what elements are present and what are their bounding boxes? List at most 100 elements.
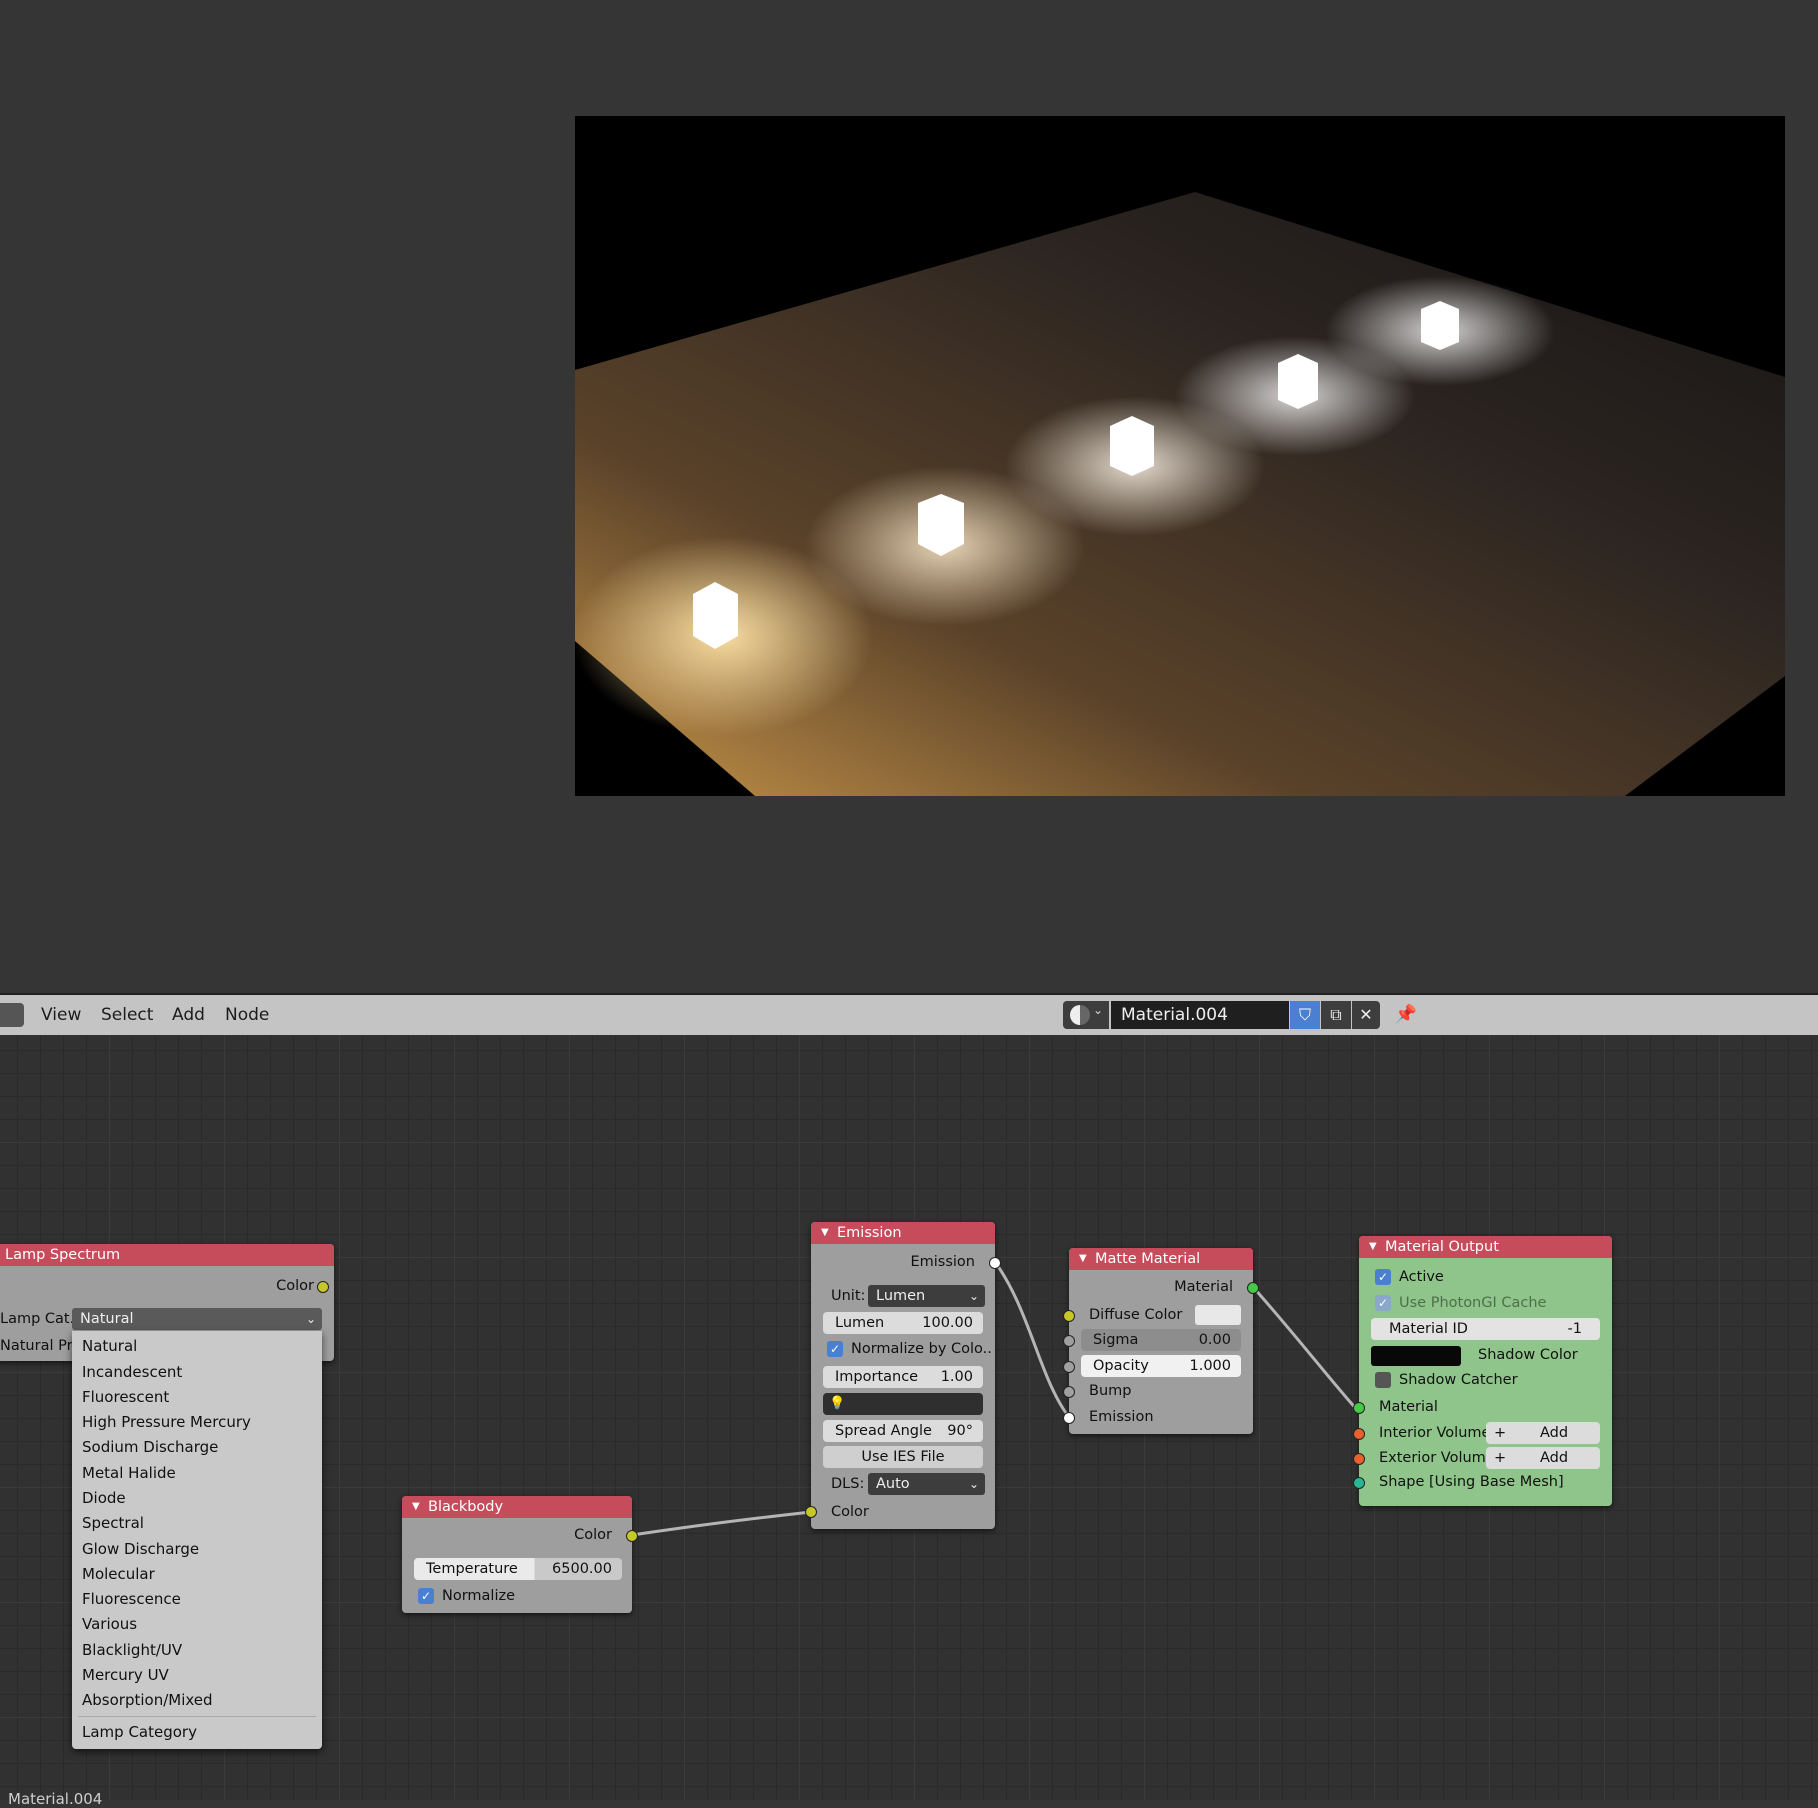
field-value: 1.00	[940, 1369, 973, 1385]
collapse-triangle-icon[interactable]: ▼	[821, 1222, 829, 1244]
menu-item-high-pressure-mercury[interactable]: High Pressure Mercury	[82, 1410, 251, 1435]
matte-material-header[interactable]: ▼ Matte Material	[1069, 1248, 1253, 1270]
link-blackbody-emission	[631, 1510, 812, 1537]
node-title: Lamp Spectrum	[5, 1247, 121, 1263]
menu-item-metal-halide[interactable]: Metal Halide	[82, 1461, 176, 1486]
field-label: Importance	[835, 1369, 919, 1385]
node-title: Blackbody	[428, 1499, 504, 1515]
lamp-category-dropdown[interactable]: Natural ⌄	[72, 1308, 322, 1330]
emission-input-socket[interactable]	[1063, 1412, 1075, 1424]
interior-volume-socket[interactable]	[1353, 1428, 1365, 1440]
menu-item-glow-discharge[interactable]: Glow Discharge	[82, 1537, 199, 1562]
field-label: Opacity	[1093, 1358, 1149, 1374]
menu-item-various[interactable]: Various	[82, 1612, 137, 1637]
field-label: Spread Angle	[835, 1423, 932, 1439]
material-output-header[interactable]: ▼ Material Output	[1359, 1236, 1612, 1258]
normalize-by-color-label: Normalize by Colo..	[851, 1341, 992, 1357]
link-matte-output	[1251, 1286, 1361, 1414]
input-color-label: Color	[831, 1504, 869, 1520]
material-input-socket[interactable]	[1353, 1402, 1365, 1414]
menu-item-natural[interactable]: Natural	[82, 1334, 137, 1359]
emission-node[interactable]: ▼ Emission Emission Unit: Lumen ⌄ Lumen 10…	[805, 1222, 1001, 1529]
sigma-socket[interactable]	[1063, 1335, 1075, 1347]
unit-dropdown[interactable]: Lumen ⌄	[868, 1285, 985, 1307]
dropdown-value: Natural	[80, 1311, 134, 1327]
matte-material-node[interactable]: ▼ Matte Material Material Diffuse Color S…	[1063, 1248, 1259, 1434]
field-label: Material ID	[1389, 1321, 1468, 1337]
opacity-socket[interactable]	[1063, 1361, 1075, 1373]
menu-item-absorption-mixed[interactable]: Absorption/Mixed	[82, 1688, 213, 1713]
shadow-color-swatch[interactable]	[1371, 1346, 1461, 1366]
bump-socket[interactable]	[1063, 1386, 1075, 1398]
blackbody-header[interactable]: ▼ Blackbody	[402, 1496, 632, 1518]
importance-field[interactable]: Importance 1.00	[823, 1366, 983, 1388]
output-emission-socket[interactable]	[989, 1257, 1001, 1269]
menu-item-fluorescent[interactable]: Fluorescent	[82, 1385, 169, 1410]
menu-item-spectral[interactable]: Spectral	[82, 1511, 144, 1536]
node-title: Emission	[837, 1225, 902, 1241]
diffuse-color-socket[interactable]	[1063, 1310, 1075, 1322]
add-label: Add	[1540, 1425, 1569, 1441]
photongi-cache-label: Use PhotonGI Cache	[1399, 1295, 1547, 1311]
shadow-catcher-label: Shadow Catcher	[1399, 1372, 1518, 1388]
menu-item-sodium-discharge[interactable]: Sodium Discharge	[82, 1435, 218, 1460]
output-color-socket[interactable]	[317, 1281, 329, 1293]
menu-item-blacklight-uv[interactable]: Blacklight/UV	[82, 1638, 182, 1663]
active-label: Active	[1399, 1269, 1444, 1285]
shadow-catcher-checkbox[interactable]	[1375, 1372, 1391, 1388]
sigma-field[interactable]: Sigma 0.00	[1081, 1329, 1241, 1351]
node-title: Material Output	[1385, 1239, 1499, 1255]
dls-dropdown[interactable]: Auto ⌄	[868, 1473, 985, 1495]
use-ies-file-button[interactable]: Use IES File	[823, 1446, 983, 1468]
menu-item-molecular[interactable]: Molecular	[82, 1562, 155, 1587]
dropdown-value: Lumen	[876, 1288, 926, 1304]
blackbody-node[interactable]: ▼ Blackbody Color Temperature 6500.00 ✓ N…	[402, 1496, 638, 1613]
chevron-down-icon: ⌄	[968, 1289, 979, 1303]
emission-input-label: Emission	[1089, 1409, 1154, 1425]
output-color-socket[interactable]	[626, 1530, 638, 1542]
material-output-node[interactable]: ▼ Material Output ✓ Active ✓ Use PhotonGI…	[1353, 1236, 1612, 1506]
field-value: -1	[1567, 1321, 1582, 1337]
field-label: Lumen	[835, 1315, 885, 1331]
spread-angle-field[interactable]: Spread Angle 90°	[823, 1420, 983, 1442]
active-checkbox[interactable]: ✓	[1375, 1269, 1391, 1285]
shadow-color-label: Shadow Color	[1478, 1347, 1578, 1363]
normalize-by-color-checkbox[interactable]: ✓	[827, 1341, 843, 1357]
output-color-label: Color	[276, 1278, 314, 1294]
menu-item-diode[interactable]: Diode	[82, 1486, 126, 1511]
exterior-volume-socket[interactable]	[1353, 1453, 1365, 1465]
lamp-category-menu: Natural Incandescent Fluorescent High Pr…	[72, 1331, 322, 1749]
output-material-socket[interactable]	[1247, 1282, 1259, 1294]
exterior-volume-add-button[interactable]: + Add	[1486, 1447, 1600, 1469]
output-emission-label: Emission	[910, 1254, 975, 1270]
opacity-field[interactable]: Opacity 1.000	[1081, 1355, 1241, 1377]
material-id-field[interactable]: Material ID -1	[1371, 1318, 1600, 1340]
lumen-field[interactable]: Lumen 100.00	[823, 1312, 983, 1334]
plus-icon: +	[1494, 1450, 1507, 1466]
input-color-socket[interactable]	[805, 1506, 817, 1518]
emission-header[interactable]: ▼ Emission	[811, 1222, 995, 1244]
normalize-label: Normalize	[442, 1588, 516, 1604]
ies-file-path-field[interactable]: 💡	[823, 1393, 983, 1415]
bump-label: Bump	[1089, 1383, 1132, 1399]
lamp-spectrum-header[interactable]: Lamp Spectrum	[0, 1244, 334, 1266]
lightbulb-icon: 💡	[829, 1396, 846, 1411]
diffuse-color-swatch[interactable]	[1195, 1305, 1241, 1325]
field-label: Sigma	[1093, 1332, 1139, 1348]
photongi-cache-checkbox[interactable]: ✓	[1375, 1295, 1391, 1311]
shape-socket[interactable]	[1353, 1477, 1365, 1489]
collapse-triangle-icon[interactable]: ▼	[1369, 1236, 1377, 1258]
menu-item-mercury-uv[interactable]: Mercury UV	[82, 1663, 169, 1688]
interior-volume-add-button[interactable]: + Add	[1486, 1422, 1600, 1444]
temperature-field[interactable]: Temperature 6500.00	[414, 1558, 622, 1580]
shape-label: Shape [Using Base Mesh]	[1379, 1474, 1564, 1490]
field-label: Temperature	[426, 1561, 518, 1577]
output-color-label: Color	[574, 1527, 612, 1543]
field-value: 1.000	[1189, 1358, 1231, 1374]
collapse-triangle-icon[interactable]: ▼	[1079, 1248, 1087, 1270]
menu-item-fluorescence[interactable]: Fluorescence	[82, 1587, 181, 1612]
menu-item-incandescent[interactable]: Incandescent	[82, 1360, 182, 1385]
field-value: 6500.00	[552, 1561, 612, 1577]
collapse-triangle-icon[interactable]: ▼	[412, 1496, 420, 1518]
normalize-checkbox[interactable]: ✓	[418, 1588, 434, 1604]
